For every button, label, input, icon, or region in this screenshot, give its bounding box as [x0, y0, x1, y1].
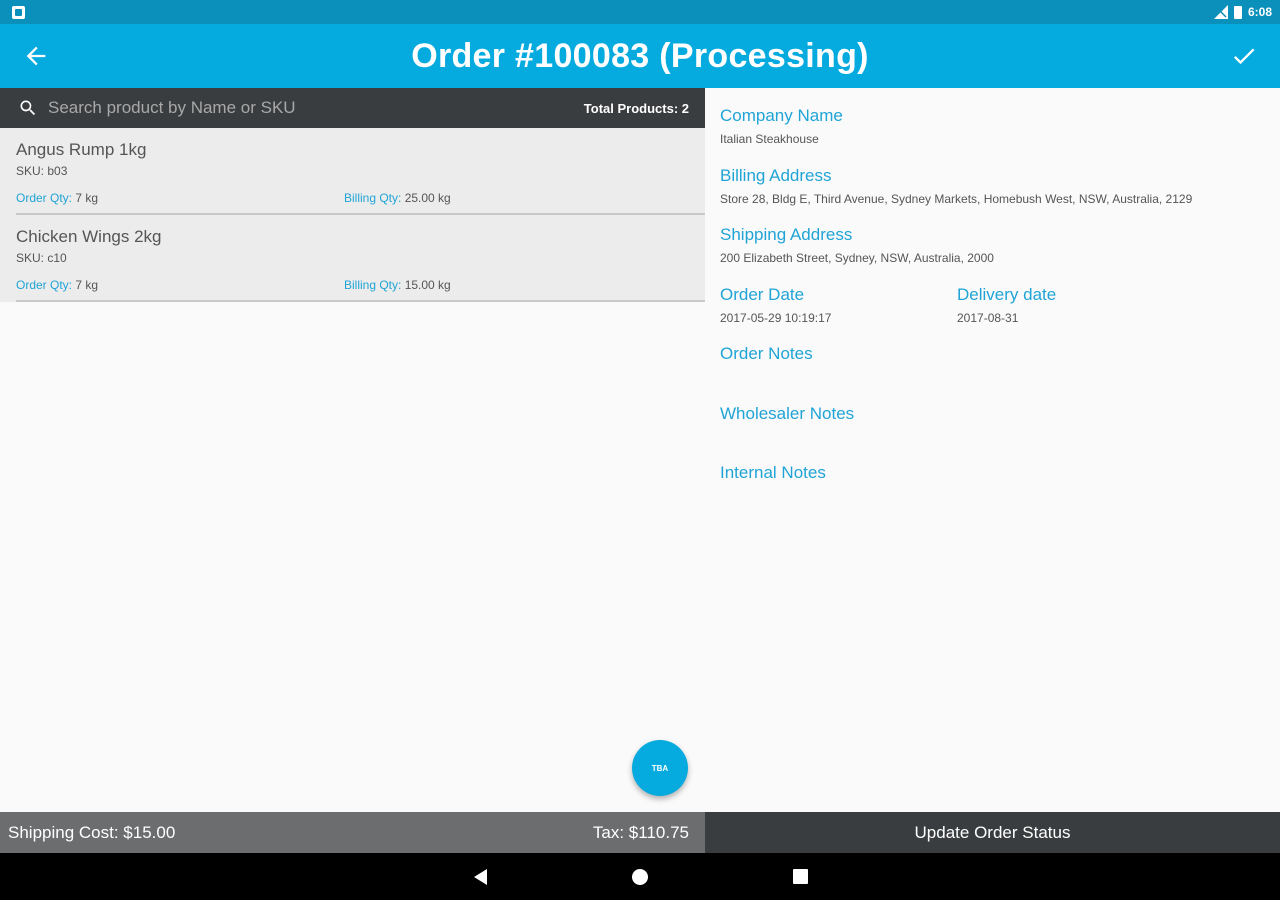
order-date-field: Order Date 2017-05-29 10:19:17: [720, 285, 957, 345]
order-qty-value: 7 kg: [72, 191, 99, 205]
status-time: 6:08: [1247, 5, 1272, 19]
nav-back-icon[interactable]: [470, 867, 490, 887]
delivery-date-value: 2017-08-31: [957, 310, 1019, 325]
total-products: Total Products: 2: [583, 100, 689, 116]
nav-home-icon[interactable]: [630, 867, 650, 887]
shipping-cost: Shipping Cost: $15.00: [8, 822, 176, 842]
order-qty-label: Order Qty:: [16, 278, 73, 292]
product-sku: SKU: b03: [16, 164, 68, 178]
product-sku: SKU: c10: [16, 251, 67, 265]
billing-qty: Billing Qty: 15.00 kg: [344, 278, 451, 292]
billing-qty: Billing Qty: 25.00 kg: [344, 191, 451, 205]
order-qty: Order Qty: 7 kg: [16, 278, 98, 292]
billing-address-field: Billing Address Store 28, Bldg E, Third …: [720, 166, 1280, 226]
order-date-label: Order Date: [720, 284, 805, 304]
order-details-panel: Company Name Italian Steakhouse Billing …: [705, 88, 1280, 812]
product-name: Chicken Wings 2kg: [16, 227, 162, 246]
nav-recents-icon[interactable]: [790, 867, 810, 887]
order-notes-label: Order Notes: [720, 344, 813, 363]
search-bar: Total Products: 2: [0, 88, 705, 128]
product-item[interactable]: Chicken Wings 2kg SKU: c10 Order Qty: 7 …: [0, 215, 705, 302]
delivery-date-field: Delivery date 2017-08-31: [957, 285, 1056, 345]
billing-address-label: Billing Address: [720, 165, 832, 185]
billing-qty-value: 25.00 kg: [401, 191, 451, 205]
wholesaler-notes-label: Wholesaler Notes: [720, 403, 855, 423]
company-label: Company Name: [720, 106, 843, 125]
billing-address-value: Store 28, Bldg E, Third Avenue, Sydney M…: [720, 191, 1193, 206]
arrow-left-icon[interactable]: [22, 42, 50, 70]
billing-qty-label: Billing Qty:: [344, 278, 402, 292]
order-date-value: 2017-05-29 10:19:17: [720, 310, 832, 325]
notification-icon: [12, 5, 25, 19]
tba-fab-button[interactable]: TBA: [632, 740, 688, 796]
tax-amount: Tax: $110.75: [592, 822, 689, 842]
company-field: Company Name Italian Steakhouse: [720, 106, 1280, 166]
search-input[interactable]: [48, 98, 584, 118]
order-notes-field: Order Notes: [720, 344, 1280, 404]
page-title: Order #100083 (Processing): [411, 36, 869, 75]
wholesaler-notes-field: Wholesaler Notes: [720, 404, 1280, 464]
internal-notes-label: Internal Notes: [720, 463, 826, 482]
app-bar: Order #100083 (Processing): [0, 24, 1280, 88]
order-qty: Order Qty: 7 kg: [16, 191, 98, 205]
billing-qty-label: Billing Qty:: [344, 191, 402, 205]
totals-bar: Shipping Cost: $15.00 Tax: $110.75: [0, 812, 705, 853]
order-qty-value: 7 kg: [72, 278, 99, 292]
divider: [16, 300, 705, 302]
product-name: Angus Rump 1kg: [16, 140, 147, 159]
order-qty-label: Order Qty:: [16, 191, 73, 205]
internal-notes-field: Internal Notes: [720, 463, 1280, 523]
product-panel: Total Products: 2 Angus Rump 1kg SKU: b0…: [0, 88, 705, 812]
company-value: Italian Steakhouse: [720, 132, 819, 146]
status-bar: 6:08: [0, 0, 1280, 24]
shipping-address-field: Shipping Address 200 Elizabeth Street, S…: [720, 225, 1280, 285]
billing-qty-value: 15.00 kg: [401, 278, 451, 292]
battery-icon: [1233, 5, 1242, 19]
product-item[interactable]: Angus Rump 1kg SKU: b03 Order Qty: 7 kg …: [0, 128, 705, 215]
check-icon[interactable]: [1230, 42, 1258, 70]
dates-row: Order Date 2017-05-29 10:19:17 Delivery …: [720, 285, 1280, 345]
signal-icon: [1213, 5, 1228, 19]
shipping-address-label: Shipping Address: [720, 225, 853, 244]
delivery-date-label: Delivery date: [957, 284, 1057, 304]
shipping-address-value: 200 Elizabeth Street, Sydney, NSW, Austr…: [720, 251, 994, 265]
search-icon: [20, 100, 36, 116]
update-order-status-button[interactable]: Update Order Status: [705, 812, 1280, 853]
system-nav-bar: [0, 853, 1280, 900]
